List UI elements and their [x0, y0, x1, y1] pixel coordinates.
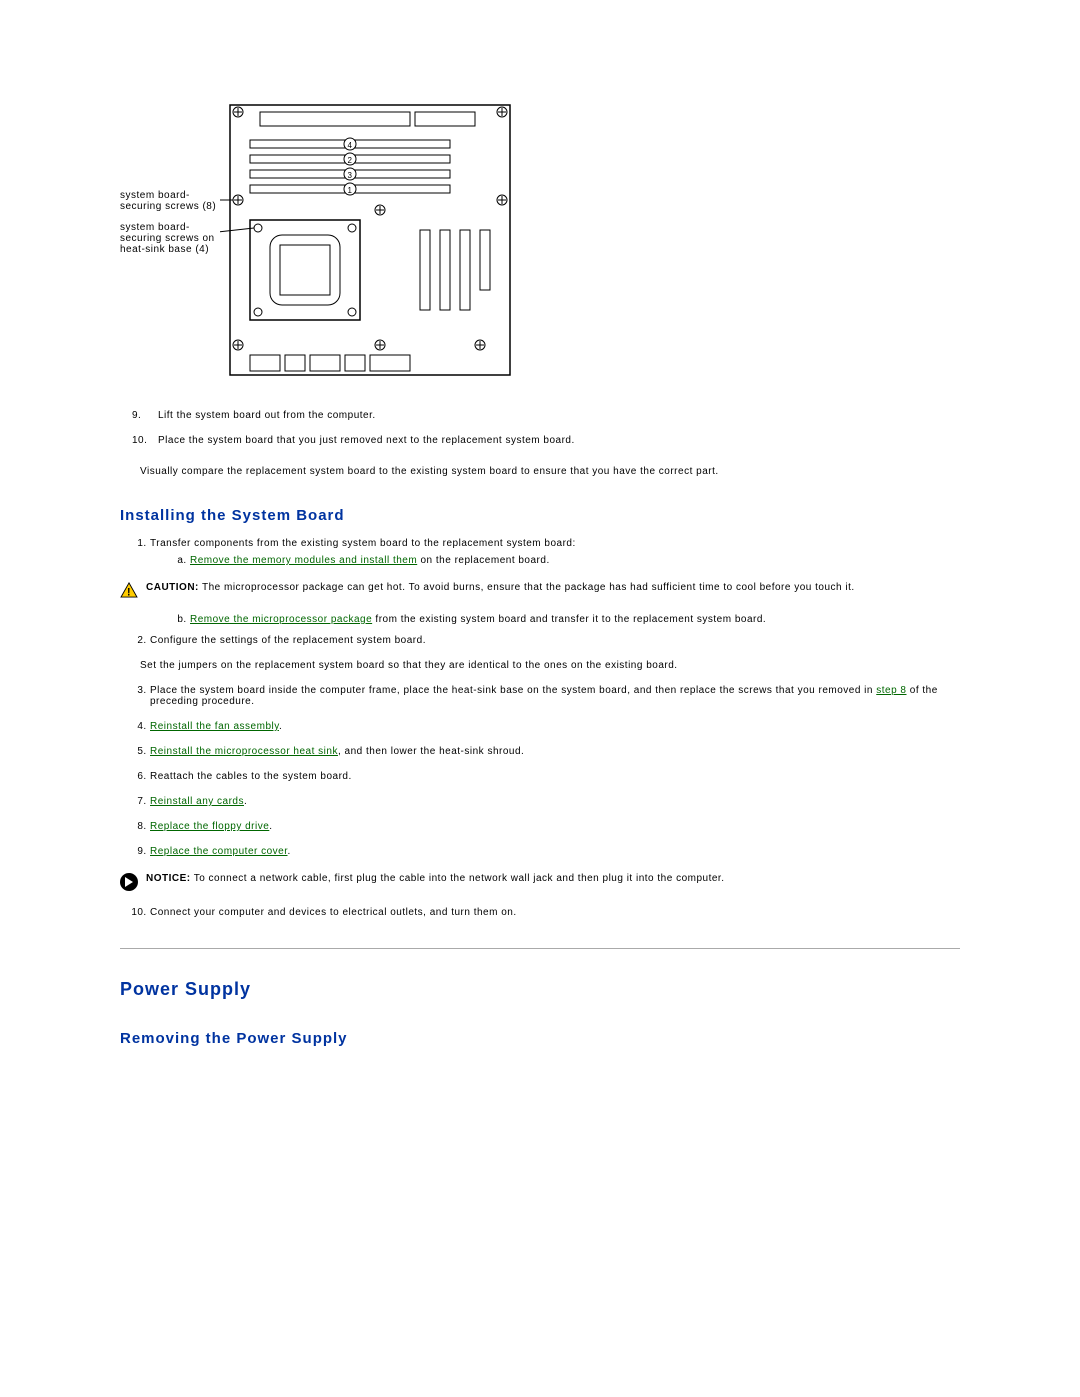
replace-floppy-link[interactable]: Replace the floppy drive — [150, 821, 269, 832]
section-divider — [120, 948, 960, 949]
step-text: Lift the system board out from the compu… — [158, 410, 376, 421]
step-number: 10. — [132, 435, 158, 446]
notice-label: NOTICE: — [146, 873, 191, 884]
jumper-note: Set the jumpers on the replacement syste… — [140, 660, 960, 671]
caution-text: The microprocessor package can get hot. … — [199, 582, 855, 593]
install-step-10: Connect your computer and devices to ele… — [150, 907, 960, 918]
step-text: Transfer components from the existing sy… — [150, 538, 576, 549]
install-step-9: Replace the computer cover. — [150, 846, 960, 857]
compare-note: Visually compare the replacement system … — [140, 466, 960, 477]
step-9: 9. Lift the system board out from the co… — [132, 410, 960, 421]
svg-text:2: 2 — [348, 156, 353, 165]
document-page: system board-securing screws (8) system … — [0, 0, 1080, 1397]
motherboard-diagram-svg: 4 2 3 1 — [220, 100, 520, 380]
svg-text:3: 3 — [348, 171, 353, 180]
install-steps: Transfer components from the existing sy… — [120, 538, 960, 566]
remove-memory-link[interactable]: Remove the memory modules and install th… — [190, 555, 417, 566]
step-10: 10. Place the system board that you just… — [132, 435, 960, 446]
install-step-6: Reattach the cables to the system board. — [150, 771, 960, 782]
removing-power-supply-heading: Removing the Power Supply — [120, 1030, 960, 1047]
step-text: Place the system board inside the comput… — [150, 685, 876, 696]
step-text: from the existing system board and trans… — [372, 614, 766, 625]
callout-label-2: system board-securing screws on heat-sin… — [120, 222, 220, 255]
install-step-1b: Remove the microprocessor package from t… — [190, 614, 960, 625]
install-step-1a: Remove the memory modules and install th… — [190, 555, 960, 566]
replace-cover-link[interactable]: Replace the computer cover — [150, 846, 288, 857]
notice-icon — [120, 873, 138, 891]
step-text: Place the system board that you just rem… — [158, 435, 575, 446]
step-8-link[interactable]: step 8 — [876, 685, 906, 696]
power-supply-heading: Power Supply — [120, 979, 960, 1000]
caution-note: ! CAUTION: The microprocessor package ca… — [120, 582, 960, 598]
svg-text:4: 4 — [348, 141, 353, 150]
step-text: on the replacement board. — [417, 555, 550, 566]
install-step-8: Replace the floppy drive. — [150, 821, 960, 832]
diagram-callouts: system board-securing screws (8) system … — [120, 100, 220, 255]
install-step-4: Reinstall the fan assembly. — [150, 721, 960, 732]
caution-label: CAUTION: — [146, 582, 199, 593]
reinstall-cards-link[interactable]: Reinstall any cards — [150, 796, 244, 807]
install-step-3: Place the system board inside the comput… — [150, 685, 960, 707]
step-number: 9. — [132, 410, 158, 421]
svg-text:1: 1 — [348, 186, 353, 195]
install-step-1: Transfer components from the existing sy… — [150, 538, 960, 566]
caution-icon: ! — [120, 582, 138, 598]
installing-heading: Installing the System Board — [120, 507, 960, 524]
install-step-7: Reinstall any cards. — [150, 796, 960, 807]
notice-note: NOTICE: To connect a network cable, firs… — [120, 873, 960, 891]
callout-label-1: system board-securing screws (8) — [120, 190, 220, 212]
install-step-2: Configure the settings of the replacemen… — [150, 635, 960, 646]
reinstall-fan-link[interactable]: Reinstall the fan assembly — [150, 721, 279, 732]
notice-text: To connect a network cable, first plug t… — [191, 873, 725, 884]
system-board-diagram: system board-securing screws (8) system … — [120, 100, 960, 380]
install-step-5: Reinstall the microprocessor heat sink, … — [150, 746, 960, 757]
remove-microprocessor-link[interactable]: Remove the microprocessor package — [190, 614, 372, 625]
svg-text:!: ! — [127, 586, 131, 598]
reinstall-heatsink-link[interactable]: Reinstall the microprocessor heat sink — [150, 746, 338, 757]
